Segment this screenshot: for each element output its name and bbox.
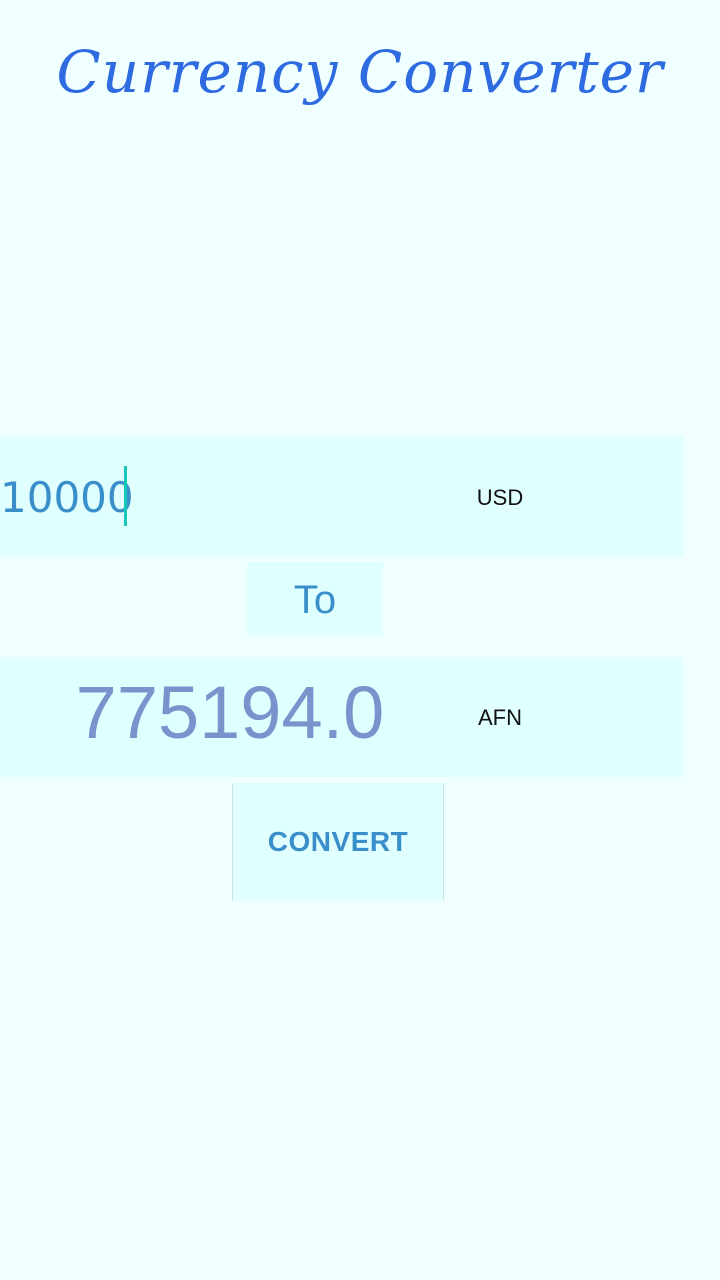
app-title: Currency Converter bbox=[56, 38, 664, 106]
from-currency-selector[interactable]: USD bbox=[420, 484, 580, 512]
converted-amount: 775194.0 bbox=[75, 671, 385, 754]
to-label: To bbox=[247, 562, 383, 636]
text-cursor bbox=[124, 466, 127, 526]
to-currency-selector[interactable]: AFN bbox=[420, 704, 580, 732]
amount-input[interactable] bbox=[0, 468, 420, 528]
convert-button[interactable]: CONVERT bbox=[232, 783, 444, 901]
